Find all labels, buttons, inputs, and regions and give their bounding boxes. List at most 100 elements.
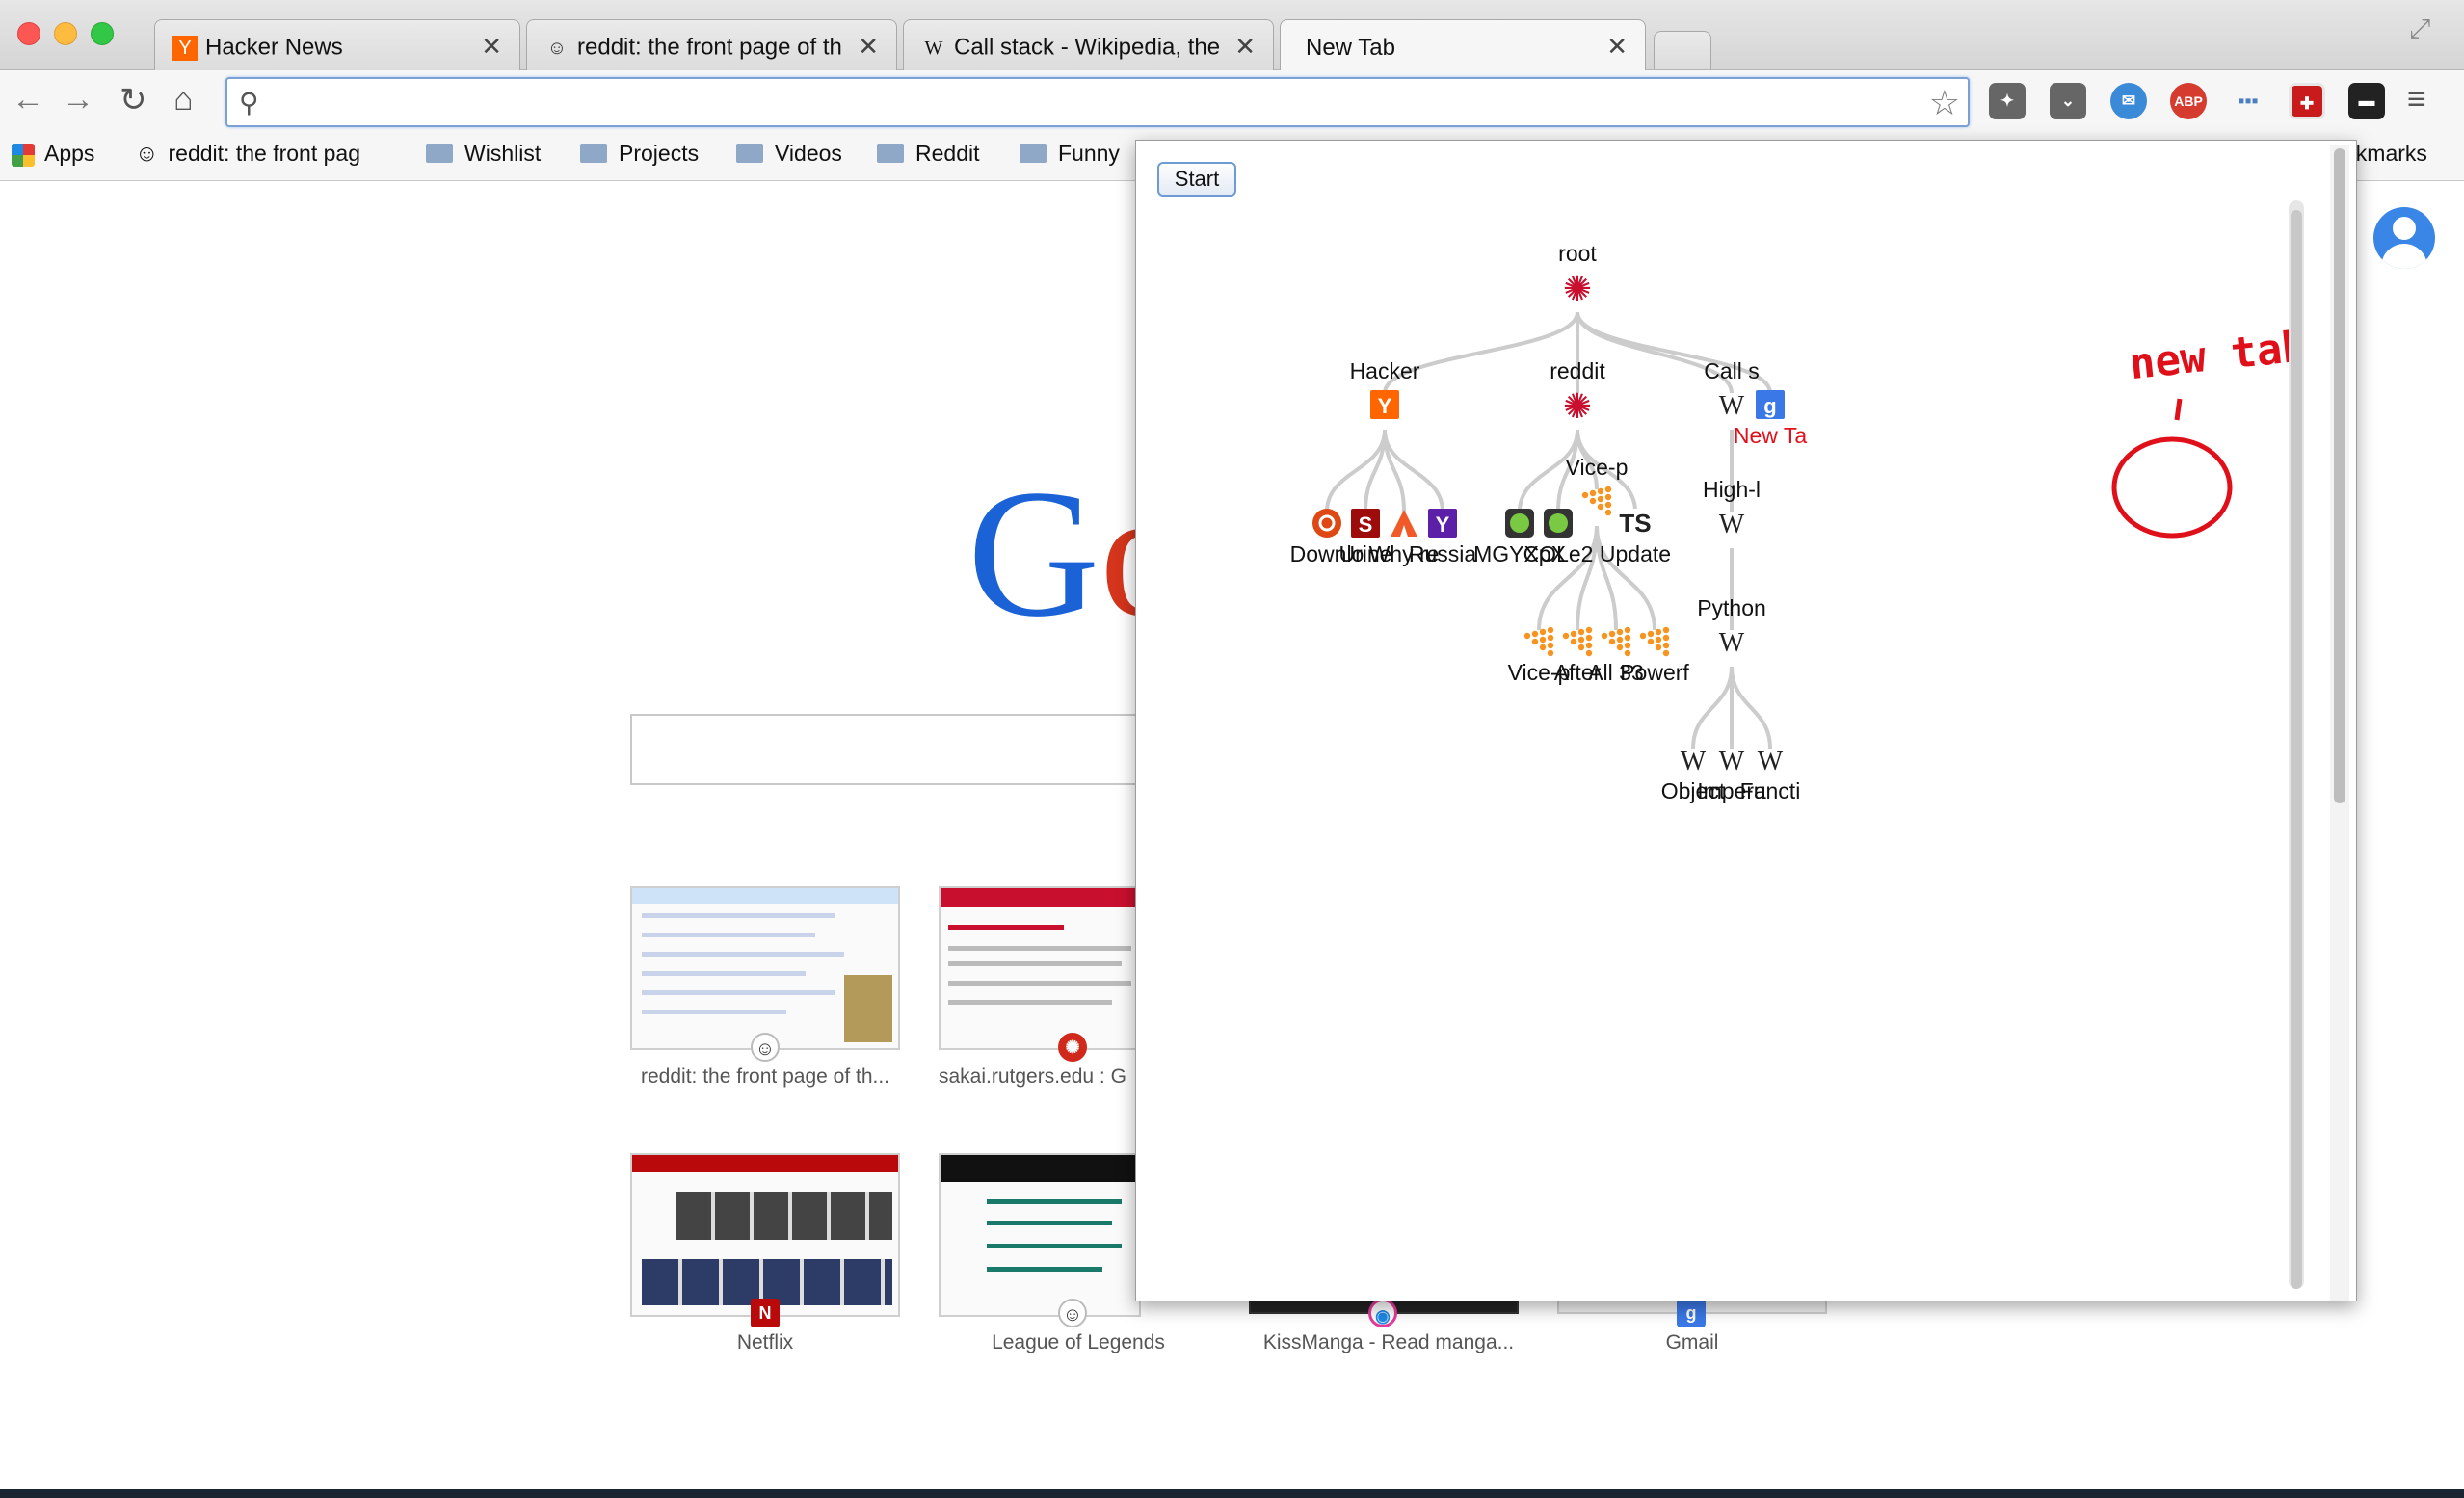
node-icon-W: W: [1758, 747, 1784, 776]
folder-icon: [877, 143, 904, 163]
apps-grid-icon: [12, 143, 35, 167]
folder-icon: [736, 143, 763, 163]
most-visited-league[interactable]: [939, 1153, 1141, 1317]
bookmark-star-icon[interactable]: ☆: [1929, 83, 1960, 123]
node-label: Powerf: [1620, 660, 1689, 685]
node-label: reddit: [1550, 358, 1605, 383]
puzzle-icon[interactable]: ✦: [1989, 83, 2026, 119]
close-tab-icon[interactable]: ✕: [1606, 32, 1628, 62]
node-icon-TS: TS: [1619, 509, 1652, 538]
node-icon-dots: [1562, 626, 1593, 657]
close-window-button[interactable]: [17, 22, 40, 45]
bookmark-folder-videos[interactable]: Videos: [736, 141, 842, 167]
close-tab-icon[interactable]: ✕: [1234, 32, 1256, 62]
svg-text:W: W: [1681, 747, 1707, 776]
kissmanga-icon: ◉: [1368, 1299, 1397, 1327]
close-tab-icon[interactable]: ✕: [481, 32, 502, 62]
svg-text:TS: TS: [1619, 509, 1651, 538]
node-icon-W: W: [1719, 391, 1745, 421]
tab-hacker-news[interactable]: Y Hacker News ✕: [154, 19, 520, 71]
bookmark-label: Videos: [775, 141, 842, 166]
search-icon: ⚲: [239, 88, 259, 118]
most-visited-sakai[interactable]: [939, 886, 1141, 1050]
svg-text:Y: Y: [1436, 512, 1450, 537]
node-label: Hacker: [1350, 358, 1420, 383]
page-scrollbar[interactable]: [2330, 145, 2349, 1301]
fullscreen-icon[interactable]: ⤢: [2409, 13, 2430, 45]
most-visited-netflix[interactable]: [630, 1153, 900, 1317]
bookmark-folder-funny[interactable]: Funny: [1020, 141, 1120, 167]
apps-label: Apps: [44, 141, 95, 166]
node-icon-Y: Y: [1428, 509, 1457, 538]
node-label: Update: [1600, 541, 1671, 566]
node-icon-Y: Y: [1370, 390, 1399, 419]
adblock-icon[interactable]: ABP: [2170, 83, 2207, 119]
node-icon-W: W: [1719, 747, 1745, 776]
google-search-input[interactable]: [630, 714, 1208, 785]
tab-title: Hacker News: [205, 34, 343, 61]
node-icon-dots: [1601, 626, 1631, 657]
start-button[interactable]: Start: [1157, 162, 1236, 197]
node-icon-ubuntu: [1312, 509, 1341, 538]
svg-text:W: W: [1719, 510, 1745, 539]
mask-icon[interactable]: ▬: [2348, 83, 2385, 119]
tab-new-tab[interactable]: New Tab ✕: [1280, 19, 1646, 71]
tab-tree-icon[interactable]: ✚: [2289, 83, 2325, 119]
bookmark-label: Funny: [1058, 141, 1120, 166]
tree-edge: [1730, 666, 1772, 749]
tab-title: New Tab: [1306, 34, 1395, 61]
reload-button[interactable]: ↻: [119, 81, 147, 119]
bookmark-label: Reddit: [915, 141, 980, 166]
most-visited-reddit[interactable]: [630, 886, 900, 1050]
dock-strip: [0, 1489, 2464, 1498]
back-button[interactable]: ←: [12, 81, 44, 118]
netflix-icon: N: [751, 1299, 780, 1327]
tab-strip: Y Hacker News ✕ ☺ reddit: the front page o…: [0, 0, 2464, 71]
dots-icon[interactable]: ▪▪▪: [2230, 83, 2266, 119]
node-icon-maple: ✺: [1563, 269, 1592, 308]
node-label: root: [1558, 241, 1597, 266]
reddit-alien-icon: ☺: [135, 141, 159, 167]
tab-call-stack[interactable]: W Call stack - Wikipedia, the ✕: [903, 19, 1274, 71]
new-tab-button[interactable]: [1654, 31, 1711, 69]
most-visited-label[interactable]: KissManga - Read manga...: [1249, 1331, 1528, 1354]
tab-reddit[interactable]: ☺ reddit: the front page of th ✕: [526, 19, 897, 71]
popup-scrollbar[interactable]: [2289, 200, 2304, 1289]
tab-title: reddit: the front page of th: [577, 34, 842, 61]
svg-text:g: g: [1763, 394, 1776, 418]
sakai-icon: ✺: [1058, 1033, 1087, 1062]
most-visited-label[interactable]: reddit: the front page of th...: [630, 1065, 900, 1089]
chat-icon[interactable]: ✉: [2110, 83, 2147, 119]
home-button[interactable]: ⌂: [173, 81, 194, 118]
svg-text:W: W: [1719, 747, 1745, 776]
node-icon-flame: [1391, 510, 1417, 537]
tab-title: Call stack - Wikipedia, the: [954, 34, 1221, 61]
tab-tree-popup: Start ✺ root Y Hacker ✺ reddit W Call s g New Ta D…: [1135, 140, 2357, 1301]
node-label: New Ta: [1734, 423, 1807, 448]
bookmark-reddit[interactable]: ☺ reddit: the front pag: [135, 141, 360, 168]
close-tab-icon[interactable]: ✕: [858, 32, 879, 62]
pocket-icon[interactable]: ⌄: [2050, 83, 2086, 119]
bookmark-folder-projects[interactable]: Projects: [580, 141, 699, 167]
bookmark-folder-wishlist[interactable]: Wishlist: [426, 141, 541, 167]
bookmark-folder-reddit[interactable]: Reddit: [877, 141, 979, 167]
apps-button[interactable]: Apps: [12, 141, 94, 167]
node-icon-W: W: [1681, 747, 1707, 776]
minimize-window-button[interactable]: [54, 22, 77, 45]
reddit-alien-icon: ☺: [751, 1033, 780, 1062]
profile-avatar[interactable]: [2373, 207, 2435, 269]
menu-icon[interactable]: ≡: [2407, 81, 2426, 118]
svg-text:W: W: [1719, 628, 1745, 658]
forward-button[interactable]: →: [62, 81, 94, 118]
most-visited-label[interactable]: Netflix: [630, 1331, 900, 1354]
reddit-alien-icon: ☺: [546, 37, 568, 59]
node-icon-W: W: [1719, 628, 1745, 658]
wikipedia-icon: W: [924, 37, 943, 59]
address-bar[interactable]: ⚲ ☆: [225, 77, 1970, 127]
maximize-window-button[interactable]: [91, 22, 114, 45]
svg-text:S: S: [1359, 512, 1373, 537]
most-visited-label[interactable]: League of Legends: [939, 1331, 1218, 1354]
google-icon: g: [1677, 1299, 1706, 1327]
most-visited-label[interactable]: Gmail: [1557, 1331, 1827, 1354]
most-visited-label[interactable]: sakai.rutgers.edu : G: [939, 1065, 1126, 1089]
